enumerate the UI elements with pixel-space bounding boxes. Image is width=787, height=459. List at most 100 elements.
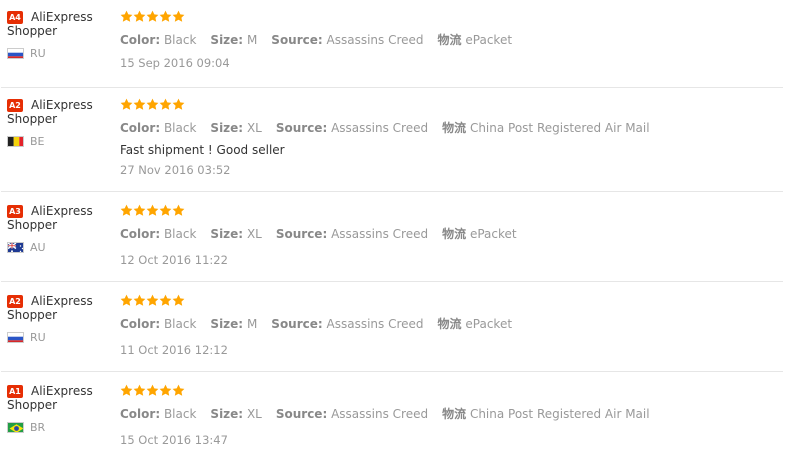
belgium-flag-icon <box>7 136 24 147</box>
color-value: Black <box>163 121 197 135</box>
reviewer-name: AliExpress <box>31 98 93 112</box>
buyer-level-badge: A4 <box>7 10 23 24</box>
star-icon <box>172 98 185 110</box>
reviewer-name-line2: Shopper <box>7 398 58 412</box>
buyer-level-badge: A3 <box>7 204 23 218</box>
star-icon <box>133 98 146 110</box>
review-content: Color: Black Size: XL Source: Assassins Cr… <box>120 98 783 177</box>
star-icon <box>133 294 146 306</box>
review-item: A4 AliExpress Shopper RU Color: Black Siz… <box>1 0 783 88</box>
review-date: 15 Sep 2016 09:04 <box>120 56 230 70</box>
reviewer-name-line2: Shopper <box>7 24 58 38</box>
star-icon <box>159 10 172 22</box>
star-icon <box>159 204 172 216</box>
source-value: Assassins Creed <box>326 317 424 331</box>
country-code: BE <box>30 135 45 148</box>
reviewer-country: BR <box>7 421 112 434</box>
country-code: AU <box>30 241 46 254</box>
buyer-level-badge: A2 <box>7 294 23 308</box>
star-rating <box>120 10 783 25</box>
feedback-list: A4 AliExpress Shopper RU Color: Black Siz… <box>0 0 787 458</box>
reviewer-info: A1 AliExpress Shopper BR <box>7 384 112 434</box>
star-rating <box>120 294 783 309</box>
star-icon <box>172 204 185 216</box>
reviewer-country: RU <box>7 331 112 344</box>
order-info: Color: Black Size: XL Source: Assassins Cr… <box>120 121 650 135</box>
source-value: Assassins Creed <box>331 121 429 135</box>
logistics-value: ePacket <box>465 317 513 331</box>
logistics-value: China Post Registered Air Mail <box>469 407 650 421</box>
star-icon <box>159 294 172 306</box>
russia-flag-icon <box>7 332 24 343</box>
reviewer-name: AliExpress <box>31 204 93 218</box>
source-value: Assassins Creed <box>326 33 424 47</box>
review-date: 11 Oct 2016 12:12 <box>120 343 228 357</box>
star-icon <box>120 98 133 110</box>
color-value: Black <box>163 317 197 331</box>
size-value: XL <box>246 227 262 241</box>
review-item: A1 AliExpress Shopper BR Color: Black Siz… <box>1 372 783 458</box>
order-info: Color: Black Size: XL Source: Assassins Cr… <box>120 407 650 421</box>
star-rating <box>120 98 783 113</box>
star-icon <box>159 98 172 110</box>
star-icon <box>120 384 133 396</box>
logistics-value: ePacket <box>469 227 517 241</box>
review-date: 12 Oct 2016 11:22 <box>120 253 228 267</box>
buyer-level-badge: A1 <box>7 384 23 398</box>
order-info: Color: Black Size: M Source: Assassins Cre… <box>120 33 513 47</box>
australia-flag-icon <box>7 242 24 253</box>
review-item: A3 AliExpress Shopper AU Color: Black Siz… <box>1 192 783 282</box>
review-date: 15 Oct 2016 13:47 <box>120 433 228 447</box>
review-item: A2 AliExpress Shopper RU Color: Black Siz… <box>1 282 783 372</box>
star-icon <box>172 384 185 396</box>
review-item: A2 AliExpress Shopper BE Color: Black Siz… <box>1 88 783 192</box>
reviewer-info: A3 AliExpress Shopper AU <box>7 204 112 254</box>
star-icon <box>120 294 133 306</box>
star-icon <box>133 204 146 216</box>
reviewer-info: A4 AliExpress Shopper RU <box>7 10 112 60</box>
star-icon <box>172 10 185 22</box>
review-date: 27 Nov 2016 03:52 <box>120 163 231 177</box>
color-value: Black <box>163 227 197 241</box>
order-info: Color: Black Size: XL Source: Assassins Cr… <box>120 227 517 241</box>
reviewer-name-line2: Shopper <box>7 112 58 126</box>
russia-flag-icon <box>7 48 24 59</box>
review-content: Color: Black Size: XL Source: Assassins Cr… <box>120 204 783 267</box>
star-icon <box>146 204 159 216</box>
reviewer-name-line2: Shopper <box>7 218 58 232</box>
star-rating <box>120 384 783 399</box>
size-value: XL <box>246 121 262 135</box>
reviewer-country: RU <box>7 47 112 60</box>
country-code: RU <box>30 331 46 344</box>
review-comment: Fast shipment ! Good seller <box>120 143 285 157</box>
star-icon <box>146 294 159 306</box>
source-value: Assassins Creed <box>331 227 429 241</box>
order-info: Color: Black Size: M Source: Assassins Cre… <box>120 317 513 331</box>
color-value: Black <box>163 33 197 47</box>
brazil-flag-icon <box>7 422 24 433</box>
reviewer-name: AliExpress <box>31 384 93 398</box>
star-icon <box>120 10 133 22</box>
reviewer-name: AliExpress <box>31 10 93 24</box>
size-value: M <box>246 33 258 47</box>
size-value: M <box>246 317 258 331</box>
logistics-value: China Post Registered Air Mail <box>469 121 650 135</box>
reviewer-name-line2: Shopper <box>7 308 58 322</box>
star-icon <box>172 294 185 306</box>
color-value: Black <box>163 407 197 421</box>
review-content: Color: Black Size: M Source: Assassins Cre… <box>120 10 783 70</box>
reviewer-info: A2 AliExpress Shopper BE <box>7 98 112 148</box>
star-icon <box>133 10 146 22</box>
star-icon <box>120 204 133 216</box>
source-value: Assassins Creed <box>331 407 429 421</box>
star-icon <box>159 384 172 396</box>
reviewer-name: AliExpress <box>31 294 93 308</box>
country-code: RU <box>30 47 46 60</box>
star-rating <box>120 204 783 219</box>
star-icon <box>146 98 159 110</box>
star-icon <box>146 384 159 396</box>
star-icon <box>133 384 146 396</box>
reviewer-info: A2 AliExpress Shopper RU <box>7 294 112 344</box>
reviewer-country: BE <box>7 135 112 148</box>
buyer-level-badge: A2 <box>7 98 23 112</box>
